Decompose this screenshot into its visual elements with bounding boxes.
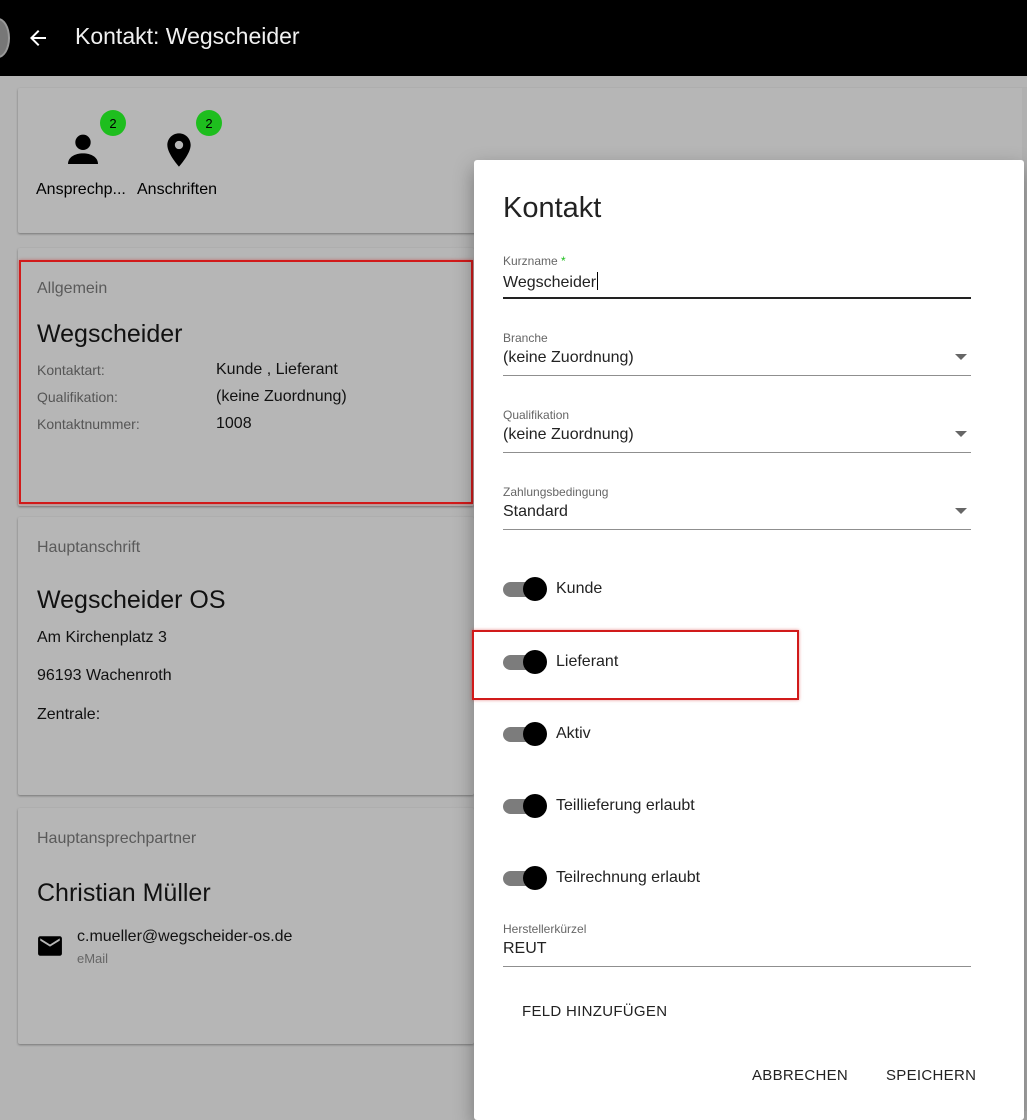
qualifikation-select[interactable]: Qualifikation (keine Zuordnung) — [503, 408, 971, 458]
address-street: Am Kirchenplatz 3 — [37, 629, 167, 646]
main-contact-email[interactable]: c.mueller@wegscheider-os.de — [77, 928, 292, 946]
toggle-teilrechnung-label: Teilrechnung erlaubt — [556, 869, 701, 886]
main-address-section-title: Hauptanschrift — [37, 539, 141, 556]
email-icon — [38, 936, 62, 956]
save-button[interactable]: SPEICHERN — [886, 1067, 976, 1084]
toggle-kunde[interactable]: Kunde — [503, 574, 903, 604]
qualifikation-label: Qualifikation — [503, 408, 570, 422]
app-header: Kontakt: Wegscheider — [0, 0, 1027, 76]
kurzname-field[interactable]: Kurzname * Wegscheider — [503, 254, 971, 304]
address-name: Wegscheider OS — [37, 586, 226, 614]
toggle-aktiv[interactable]: Aktiv — [503, 719, 903, 749]
toggle-teillieferung[interactable]: Teillieferung erlaubt — [503, 791, 903, 821]
address-city: 96193 Wachenroth — [37, 667, 172, 684]
zahlungsbedingung-select[interactable]: Zahlungsbedingung Standard — [503, 485, 971, 535]
zahlungsbedingung-value: Standard — [503, 503, 568, 520]
toggle-teillieferung-label: Teillieferung erlaubt — [556, 797, 695, 814]
page-title: Kontakt: Wegscheider — [75, 23, 300, 49]
main-contact-card[interactable]: Hauptansprechpartner Christian Müller c.… — [18, 808, 474, 1044]
toggle-teilrechnung[interactable]: Teilrechnung erlaubt — [503, 863, 903, 893]
address-zentrale: Zentrale: — [37, 706, 101, 723]
avatar[interactable] — [0, 18, 10, 58]
branche-label: Branche — [503, 331, 548, 345]
dialog-title: Kontakt — [503, 192, 602, 224]
herstellerkuerzel-label: Herstellerkürzel — [503, 922, 587, 936]
main-address-card[interactable]: Hauptanschrift Wegscheider OS Am Kirchen… — [18, 517, 474, 795]
chevron-down-icon — [955, 431, 967, 437]
lieferant-highlight — [472, 630, 799, 700]
addresses-count-badge: 2 — [196, 110, 222, 136]
addresses-shortcut-label: Anschriften — [137, 181, 218, 198]
toggle-kunde-label: Kunde — [556, 580, 603, 597]
chevron-down-icon — [955, 508, 967, 514]
zahlungsbedingung-label: Zahlungsbedingung — [503, 485, 609, 499]
qualifikation-value: (keine Zuordnung) — [503, 426, 634, 443]
map-pin-icon — [167, 133, 191, 167]
required-mark: * — [561, 254, 566, 268]
toggle-thumb[interactable] — [523, 722, 547, 746]
person-icon — [68, 134, 98, 164]
general-card-highlight — [19, 260, 473, 504]
toggle-aktiv-label: Aktiv — [556, 725, 591, 742]
main-contact-name: Christian Müller — [37, 879, 211, 907]
branche-select[interactable]: Branche (keine Zuordnung) — [503, 331, 971, 381]
cancel-button[interactable]: ABBRECHEN — [752, 1067, 848, 1084]
toggle-thumb[interactable] — [523, 866, 547, 890]
back-arrow-icon[interactable] — [26, 26, 50, 50]
herstellerkuerzel-field[interactable]: Herstellerkürzel REUT — [503, 922, 971, 972]
branche-value: (keine Zuordnung) — [503, 349, 634, 366]
chevron-down-icon — [955, 354, 967, 360]
toggle-thumb[interactable] — [523, 794, 547, 818]
main-contact-email-label: eMail — [77, 951, 109, 966]
kurzname-label: Kurzname * — [503, 254, 566, 268]
contacts-shortcut-label: Ansprechp... — [36, 181, 126, 198]
main-contact-section-title: Hauptansprechpartner — [37, 830, 197, 847]
toggle-thumb[interactable] — [523, 577, 547, 601]
kurzname-input[interactable]: Wegscheider — [503, 272, 599, 292]
herstellerkuerzel-input[interactable]: REUT — [503, 940, 547, 958]
add-field-button[interactable]: FELD HINZUFÜGEN — [522, 1003, 667, 1020]
contacts-count-badge: 2 — [100, 110, 126, 136]
